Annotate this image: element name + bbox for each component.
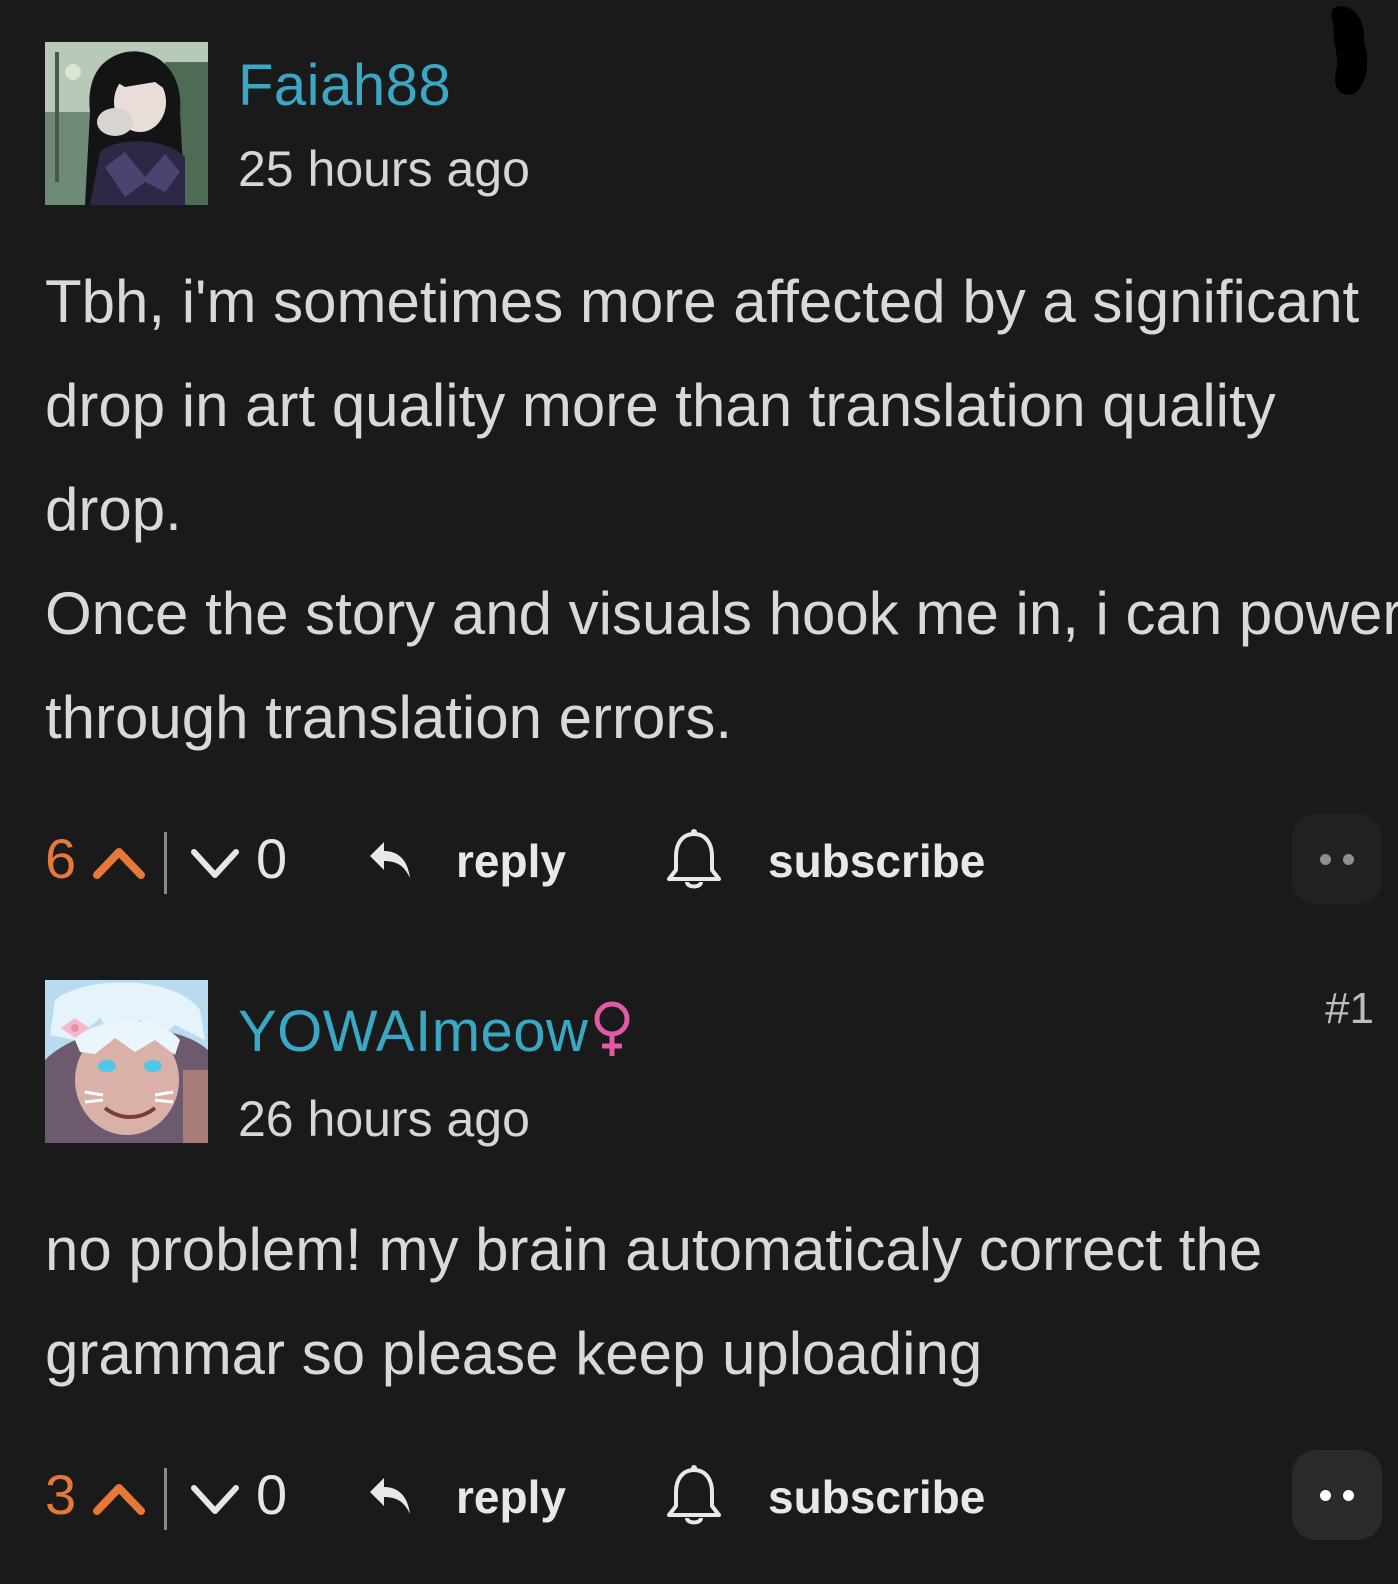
- subscribe-button[interactable]: subscribe: [768, 834, 985, 888]
- comment-line: grammar so please keep uploading: [45, 1320, 983, 1387]
- timestamp: 26 hours ago: [238, 1091, 530, 1147]
- comment-line: drop.: [45, 476, 182, 543]
- upvote-chevron-icon[interactable]: [92, 844, 146, 880]
- comment-line: Once the story and visuals hook me in, i…: [45, 580, 1398, 647]
- comment-number[interactable]: #1: [1325, 984, 1374, 1034]
- upvote-count: 3: [45, 1463, 77, 1526]
- comment-faiah88: Faiah88 25 hours ago Tbh, i'm sometimes …: [0, 0, 1398, 940]
- redaction-mark: [1331, 6, 1368, 95]
- avatar[interactable]: [45, 980, 208, 1143]
- comment-line: Tbh, i'm sometimes more affected by a si…: [45, 268, 1360, 335]
- more-options-button[interactable]: [1292, 814, 1382, 904]
- comment-body: Tbh, i'm sometimes more affected by a si…: [45, 250, 1398, 770]
- comment-line: through translation errors.: [45, 684, 733, 751]
- more-dots-icon: [1343, 853, 1354, 865]
- vote-divider: [164, 1468, 167, 1530]
- comment-yowaimeow: YOWAImeow #1 26 hours ago no problem! my…: [0, 940, 1398, 1584]
- timestamp: 25 hours ago: [238, 141, 530, 197]
- vote-divider: [164, 832, 167, 894]
- username[interactable]: YOWAImeow: [238, 998, 588, 1065]
- avatar[interactable]: [45, 42, 208, 205]
- reply-arrow-icon[interactable]: [366, 1474, 414, 1520]
- more-options-button[interactable]: [1292, 1450, 1382, 1540]
- reply-arrow-icon[interactable]: [366, 838, 414, 884]
- username[interactable]: Faiah88: [238, 52, 451, 119]
- action-bar: 3 0 reply subscribe: [0, 1442, 1398, 1552]
- upvote-chevron-icon[interactable]: [92, 1480, 146, 1516]
- more-dots-icon: [1343, 1489, 1354, 1501]
- female-symbol-icon: [594, 1001, 630, 1056]
- comment-line: drop in art quality more than translatio…: [45, 372, 1276, 439]
- reply-button[interactable]: reply: [456, 1470, 566, 1524]
- comment-line: no problem! my brain automaticaly correc…: [45, 1216, 1263, 1283]
- more-dots-icon: [1320, 1489, 1331, 1501]
- downvote-chevron-icon[interactable]: [188, 1482, 242, 1518]
- more-dots-icon: [1320, 853, 1331, 865]
- downvote-count: 0: [256, 827, 288, 890]
- reply-button[interactable]: reply: [456, 834, 566, 888]
- subscribe-button[interactable]: subscribe: [768, 1470, 985, 1524]
- bell-icon[interactable]: [664, 1464, 724, 1528]
- downvote-chevron-icon[interactable]: [188, 846, 242, 882]
- downvote-count: 0: [256, 1463, 288, 1526]
- comment-body: no problem! my brain automaticaly correc…: [45, 1198, 1390, 1406]
- action-bar: 6 0 reply subscribe: [0, 806, 1398, 916]
- bell-icon[interactable]: [664, 828, 724, 892]
- upvote-count: 6: [45, 827, 77, 890]
